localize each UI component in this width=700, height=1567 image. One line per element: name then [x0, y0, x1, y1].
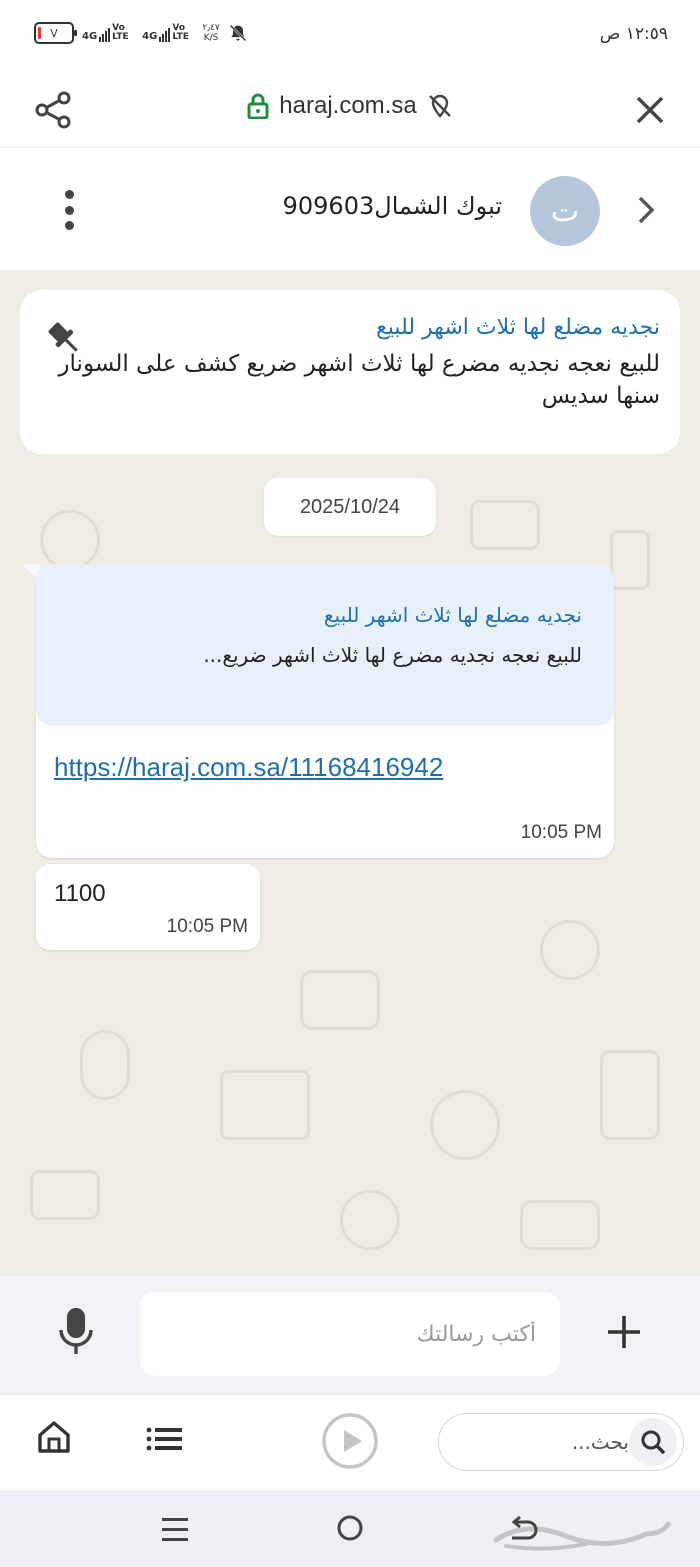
search-icon	[641, 1430, 666, 1455]
message-composer	[0, 1276, 700, 1394]
search-button[interactable]	[629, 1418, 677, 1466]
url-field[interactable]: haraj.com.sa	[0, 92, 700, 120]
status-time: ١٢:٥٩ ص	[599, 24, 668, 44]
location-off-icon[interactable]	[427, 93, 453, 119]
message-link[interactable]: https://haraj.com.sa/11168416942	[54, 746, 474, 788]
lock-icon	[247, 93, 269, 119]
network-speed: ٢٫٤٧ K/S	[202, 23, 219, 43]
avatar-letter: ت	[550, 193, 580, 229]
preview-title: نجديه مضلع لها ثلاث اشهر للبيع	[323, 603, 582, 627]
recent-apps-icon[interactable]	[162, 1516, 188, 1544]
play-icon[interactable]	[322, 1413, 378, 1469]
message-bubble[interactable]: نجديه مضلع لها ثلاث اشهر للبيع للبيع نعج…	[36, 564, 614, 858]
background-doodle	[610, 530, 650, 590]
browser-address-bar: haraj.com.sa	[0, 72, 700, 148]
background-doodle	[30, 1170, 100, 1220]
message-time: 10:05 PM	[520, 822, 602, 843]
chat-title[interactable]: تبوك الشمال909603	[283, 192, 502, 220]
pinned-message[interactable]: نجديه مضلع لها ثلاث اشهر للبيع للبيع نعج…	[20, 290, 680, 454]
signal-icon: 4G Vo LTE	[82, 24, 134, 42]
background-doodle	[600, 1050, 660, 1140]
home-icon[interactable]	[36, 1419, 72, 1455]
pin-icon	[48, 322, 78, 352]
message-input[interactable]	[140, 1292, 560, 1376]
status-icons: V 4G Vo LTE 4G Vo LTE ٢٫٤٧ K/S	[34, 22, 248, 44]
microphone-icon[interactable]	[58, 1306, 94, 1358]
search-input[interactable]	[449, 1422, 629, 1462]
speed-value: ٢٫٤٧	[202, 23, 220, 33]
chat-area[interactable]: نجديه مضلع لها ثلاث اشهر للبيع للبيع نعج…	[0, 270, 700, 1276]
background-doodle	[430, 1090, 500, 1160]
background-doodle	[300, 970, 380, 1030]
background-doodle	[520, 1200, 600, 1250]
plus-icon[interactable]	[606, 1314, 642, 1350]
preview-text: للبيع نعجه نجديه مضرع لها ثلاث اشهر ضريع…	[203, 643, 582, 667]
home-circle-icon[interactable]	[336, 1514, 364, 1542]
chat-header: تبوك الشمال909603 ت	[0, 148, 700, 270]
bottom-toolbar	[0, 1394, 700, 1490]
system-nav-bar	[0, 1490, 700, 1567]
date-separator: 2025/10/24	[264, 478, 436, 536]
background-doodle	[540, 920, 600, 980]
volte-label-1: Vo LTE	[112, 23, 129, 42]
back-icon[interactable]	[508, 1516, 538, 1544]
background-doodle	[40, 510, 100, 570]
search-bar[interactable]	[438, 1413, 684, 1471]
battery-label: V	[50, 26, 58, 40]
message-bubble[interactable]: 1100 10:05 PM	[36, 864, 260, 950]
pinned-text: للبيع نعجه نجديه مضرع لها ثلاث اشهر ضريع…	[58, 351, 660, 409]
bell-off-icon	[229, 24, 247, 42]
volte-label-2: Vo LTE	[172, 23, 189, 42]
signal-icon-2: 4G Vo LTE	[142, 24, 194, 42]
message-time: 10:05 PM	[166, 916, 248, 937]
more-options-icon[interactable]	[58, 190, 80, 230]
battery-icon: V	[34, 22, 77, 44]
background-doodle	[80, 1030, 130, 1100]
background-doodle	[220, 1070, 310, 1140]
status-bar: V 4G Vo LTE 4G Vo LTE ٢٫٤٧ K/S ١٢:٥٩ ص	[0, 0, 700, 72]
pinned-title: نجديه مضلع لها ثلاث اشهر للبيع	[376, 315, 660, 340]
chevron-right-icon[interactable]	[634, 194, 658, 226]
network-type-1: 4G	[82, 31, 98, 42]
list-icon[interactable]	[146, 1427, 182, 1451]
background-doodle	[340, 1190, 400, 1250]
close-icon[interactable]	[630, 90, 670, 130]
link-preview[interactable]: نجديه مضلع لها ثلاث اشهر للبيع للبيع نعج…	[36, 564, 614, 726]
message-text: 1100	[54, 880, 106, 907]
network-type-2: 4G	[142, 31, 158, 42]
background-doodle	[470, 500, 540, 550]
avatar[interactable]: ت	[530, 176, 600, 246]
url-text: haraj.com.sa	[279, 92, 417, 119]
speed-unit: K/S	[203, 33, 219, 43]
